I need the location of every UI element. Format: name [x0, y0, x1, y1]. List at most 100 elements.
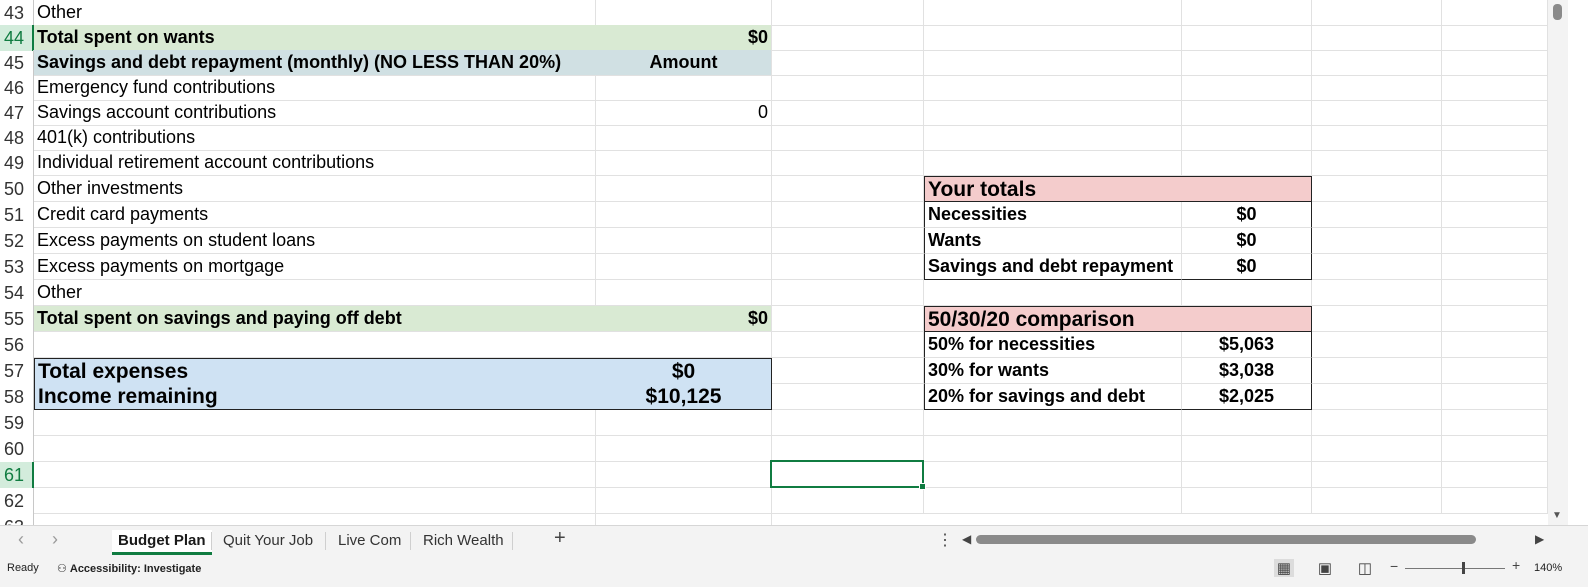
cell-value[interactable] — [596, 150, 772, 176]
cell[interactable] — [596, 488, 772, 514]
cell[interactable] — [596, 410, 772, 436]
cell-value[interactable]: 0 — [596, 100, 772, 126]
cell-label[interactable]: Excess payments on student loans — [34, 228, 596, 254]
cell[interactable] — [1312, 228, 1442, 254]
cell[interactable] — [772, 25, 924, 51]
cell[interactable] — [34, 436, 596, 462]
page-layout-view-icon[interactable]: ▣ — [1315, 559, 1335, 577]
cell[interactable] — [1312, 125, 1442, 151]
cell-label[interactable]: Excess payments on mortgage — [34, 254, 596, 280]
cell[interactable] — [1312, 358, 1442, 384]
cell-value[interactable]: $0 — [596, 306, 772, 332]
row-header[interactable]: 45 — [0, 50, 34, 76]
scroll-down-arrow-icon[interactable]: ▼ — [1552, 510, 1562, 521]
cell[interactable] — [1312, 176, 1442, 202]
cell[interactable] — [772, 488, 924, 514]
cell[interactable] — [1442, 125, 1548, 151]
comparison-savings-value[interactable]: $2,025 — [1182, 384, 1312, 410]
cell-label[interactable]: Emergency fund contributions — [34, 75, 596, 101]
cell[interactable] — [772, 280, 924, 306]
cell[interactable] — [34, 462, 596, 488]
cell-value[interactable] — [596, 75, 772, 101]
cell-value[interactable] — [596, 332, 772, 358]
row-header[interactable]: 59 — [0, 410, 34, 436]
cell[interactable] — [1312, 25, 1442, 51]
cell-label[interactable]: Savings and debt repayment (monthly) (NO… — [34, 50, 596, 76]
comparison-necessities-value[interactable]: $5,063 — [1182, 332, 1312, 358]
tab-budget-plan[interactable]: Budget Plan — [112, 530, 212, 555]
cell[interactable] — [1442, 254, 1548, 280]
cell[interactable] — [1442, 462, 1548, 488]
cell[interactable] — [1312, 150, 1442, 176]
spreadsheet-grid[interactable]: 43 Other 44 Total spent on wants $0 45 S… — [0, 0, 1568, 525]
cell[interactable] — [772, 410, 924, 436]
more-options-icon[interactable]: ⋮ — [937, 530, 953, 550]
cell[interactable] — [1312, 384, 1442, 410]
cell[interactable] — [1442, 100, 1548, 126]
cell[interactable] — [1442, 488, 1548, 514]
comparison-wants-value[interactable]: $3,038 — [1182, 358, 1312, 384]
total-expenses-label[interactable]: Total expenses — [34, 358, 596, 384]
comparison-title[interactable]: 50/30/20 comparison — [924, 306, 1182, 332]
cell[interactable] — [1442, 176, 1548, 202]
cell[interactable] — [1442, 358, 1548, 384]
cell[interactable] — [1182, 25, 1312, 51]
total-expenses-value[interactable]: $0 — [596, 358, 772, 384]
vertical-scroll-thumb[interactable] — [1553, 4, 1562, 20]
cell[interactable] — [772, 358, 924, 384]
row-header[interactable]: 46 — [0, 75, 34, 101]
cell[interactable] — [1182, 436, 1312, 462]
cell-label[interactable] — [34, 332, 596, 358]
cell[interactable] — [924, 25, 1182, 51]
cell[interactable] — [1312, 462, 1442, 488]
cell[interactable] — [596, 462, 772, 488]
zoom-out-icon[interactable]: − — [1390, 558, 1398, 574]
cell[interactable] — [1442, 410, 1548, 436]
cell[interactable] — [1442, 0, 1548, 26]
cell[interactable] — [1312, 410, 1442, 436]
cell[interactable] — [1442, 25, 1548, 51]
tab-live-com[interactable]: Live Com — [332, 530, 407, 552]
cell[interactable] — [1442, 280, 1548, 306]
cell[interactable] — [924, 462, 1182, 488]
cell[interactable] — [1312, 280, 1442, 306]
comparison-necessities-label[interactable]: 50% for necessities — [924, 332, 1182, 358]
scroll-left-arrow-icon[interactable]: ◀ — [962, 532, 971, 546]
accessibility-button[interactable]: ⚇ Accessibility: Investigate — [57, 562, 201, 575]
cell[interactable] — [1182, 488, 1312, 514]
active-cell-selection[interactable] — [770, 460, 926, 490]
row-header[interactable]: 50 — [0, 176, 34, 202]
cell[interactable] — [34, 410, 596, 436]
cell[interactable] — [1182, 280, 1312, 306]
cell[interactable] — [1312, 332, 1442, 358]
cell[interactable] — [924, 125, 1182, 151]
cell[interactable] — [772, 100, 924, 126]
cell-value[interactable] — [596, 228, 772, 254]
cell[interactable] — [596, 436, 772, 462]
cell[interactable] — [772, 50, 924, 76]
row-header[interactable]: 58 — [0, 384, 34, 410]
cell[interactable] — [1442, 384, 1548, 410]
cell[interactable] — [1182, 100, 1312, 126]
row-header[interactable]: 63 — [0, 514, 34, 525]
totals-savings-label[interactable]: Savings and debt repayment — [924, 254, 1182, 280]
scroll-right-arrow-icon[interactable]: ▶ — [1535, 532, 1544, 546]
zoom-slider-knob[interactable] — [1462, 562, 1465, 574]
income-remaining-value[interactable]: $10,125 — [596, 384, 772, 410]
zoom-slider[interactable] — [1405, 568, 1505, 569]
horizontal-scroll-thumb[interactable] — [976, 535, 1476, 544]
cell-label[interactable]: 401(k) contributions — [34, 125, 596, 151]
row-header[interactable]: 62 — [0, 488, 34, 514]
tab-quit-your-job[interactable]: Quit Your Job — [217, 530, 319, 552]
row-header[interactable]: 52 — [0, 228, 34, 254]
cell[interactable] — [924, 0, 1182, 26]
cell[interactable] — [772, 228, 924, 254]
cell-value[interactable] — [596, 254, 772, 280]
next-sheet-icon[interactable]: › — [52, 529, 58, 550]
cell-label[interactable]: Savings account contributions — [34, 100, 596, 126]
cell[interactable] — [1182, 0, 1312, 26]
cell[interactable] — [1182, 462, 1312, 488]
comparison-title-fill[interactable] — [1182, 306, 1312, 332]
row-header[interactable]: 56 — [0, 332, 34, 358]
totals-necessities-label[interactable]: Necessities — [924, 202, 1182, 228]
